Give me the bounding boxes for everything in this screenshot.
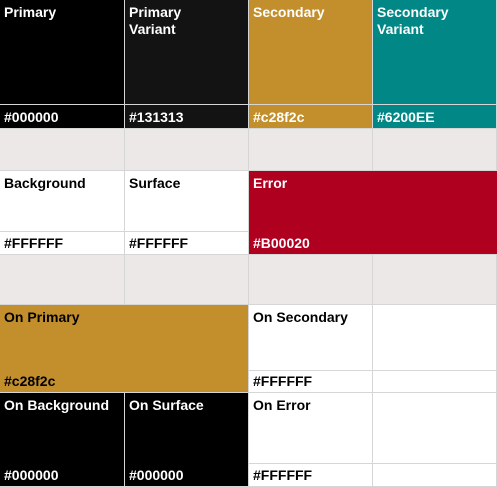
empty-cell[interactable]: [373, 305, 497, 371]
color-palette-sheet: Primary #000000 Primary Variant #131313 …: [0, 0, 497, 487]
secondary-hex: #c28f2c: [253, 109, 305, 125]
surface-swatch[interactable]: Surface: [125, 171, 249, 232]
on-primary-swatch[interactable]: On Primary #c28f2c: [0, 305, 249, 393]
on-secondary-swatch[interactable]: On Secondary: [249, 305, 373, 371]
on-error-label: On Error: [253, 397, 311, 413]
empty-cell[interactable]: [373, 393, 497, 464]
error-hex: #B00020: [253, 235, 310, 251]
on-error-swatch[interactable]: On Error: [249, 393, 373, 464]
spacer-cell[interactable]: [0, 129, 125, 171]
secondary-variant-label: Secondary Variant: [377, 4, 449, 37]
spacer-cell[interactable]: [373, 255, 497, 305]
primary-variant-hex-cell[interactable]: #131313: [125, 105, 249, 129]
on-surface-hex: #000000: [129, 467, 184, 483]
primary-variant-hex: #131313: [129, 109, 184, 125]
primary-label: Primary: [4, 4, 57, 20]
background-hex-cell[interactable]: #FFFFFF: [0, 232, 125, 255]
background-hex: #FFFFFF: [4, 235, 64, 251]
secondary-variant-hex: #6200EE: [377, 109, 435, 125]
on-secondary-label: On Secondary: [253, 309, 348, 325]
spacer-cell[interactable]: [0, 255, 125, 305]
secondary-variant-hex-cell[interactable]: #6200EE: [373, 105, 497, 129]
spacer-cell[interactable]: [125, 255, 249, 305]
on-error-hex: #FFFFFF: [253, 467, 313, 483]
primary-hex-cell[interactable]: #000000: [0, 105, 125, 129]
spacer-cell[interactable]: [249, 255, 373, 305]
secondary-label: Secondary: [253, 4, 325, 20]
on-background-hex: #000000: [4, 467, 59, 483]
on-secondary-hex-cell[interactable]: #FFFFFF: [249, 371, 373, 393]
on-background-label: On Background: [4, 397, 110, 413]
error-label: Error: [253, 175, 288, 191]
primary-hex: #000000: [4, 109, 59, 125]
surface-hex-cell[interactable]: #FFFFFF: [125, 232, 249, 255]
spacer-cell[interactable]: [373, 129, 497, 171]
surface-hex: #FFFFFF: [129, 235, 189, 251]
empty-cell[interactable]: [373, 371, 497, 393]
on-surface-label: On Surface: [129, 397, 204, 413]
error-swatch[interactable]: Error #B00020: [249, 171, 497, 255]
secondary-variant-swatch[interactable]: Secondary Variant: [373, 0, 497, 105]
primary-variant-label: Primary Variant: [129, 4, 182, 37]
on-surface-swatch[interactable]: On Surface #000000: [125, 393, 249, 487]
background-label: Background: [4, 175, 86, 191]
background-swatch[interactable]: Background: [0, 171, 125, 232]
on-primary-label: On Primary: [4, 309, 80, 325]
primary-swatch[interactable]: Primary: [0, 0, 125, 105]
secondary-hex-cell[interactable]: #c28f2c: [249, 105, 373, 129]
on-background-swatch[interactable]: On Background #000000: [0, 393, 125, 487]
on-primary-hex: #c28f2c: [4, 373, 56, 389]
empty-cell[interactable]: [373, 464, 497, 487]
secondary-swatch[interactable]: Secondary: [249, 0, 373, 105]
primary-variant-swatch[interactable]: Primary Variant: [125, 0, 249, 105]
on-error-hex-cell[interactable]: #FFFFFF: [249, 464, 373, 487]
spacer-cell[interactable]: [249, 129, 373, 171]
on-secondary-hex: #FFFFFF: [253, 373, 313, 389]
surface-label: Surface: [129, 175, 181, 191]
spacer-cell[interactable]: [125, 129, 249, 171]
